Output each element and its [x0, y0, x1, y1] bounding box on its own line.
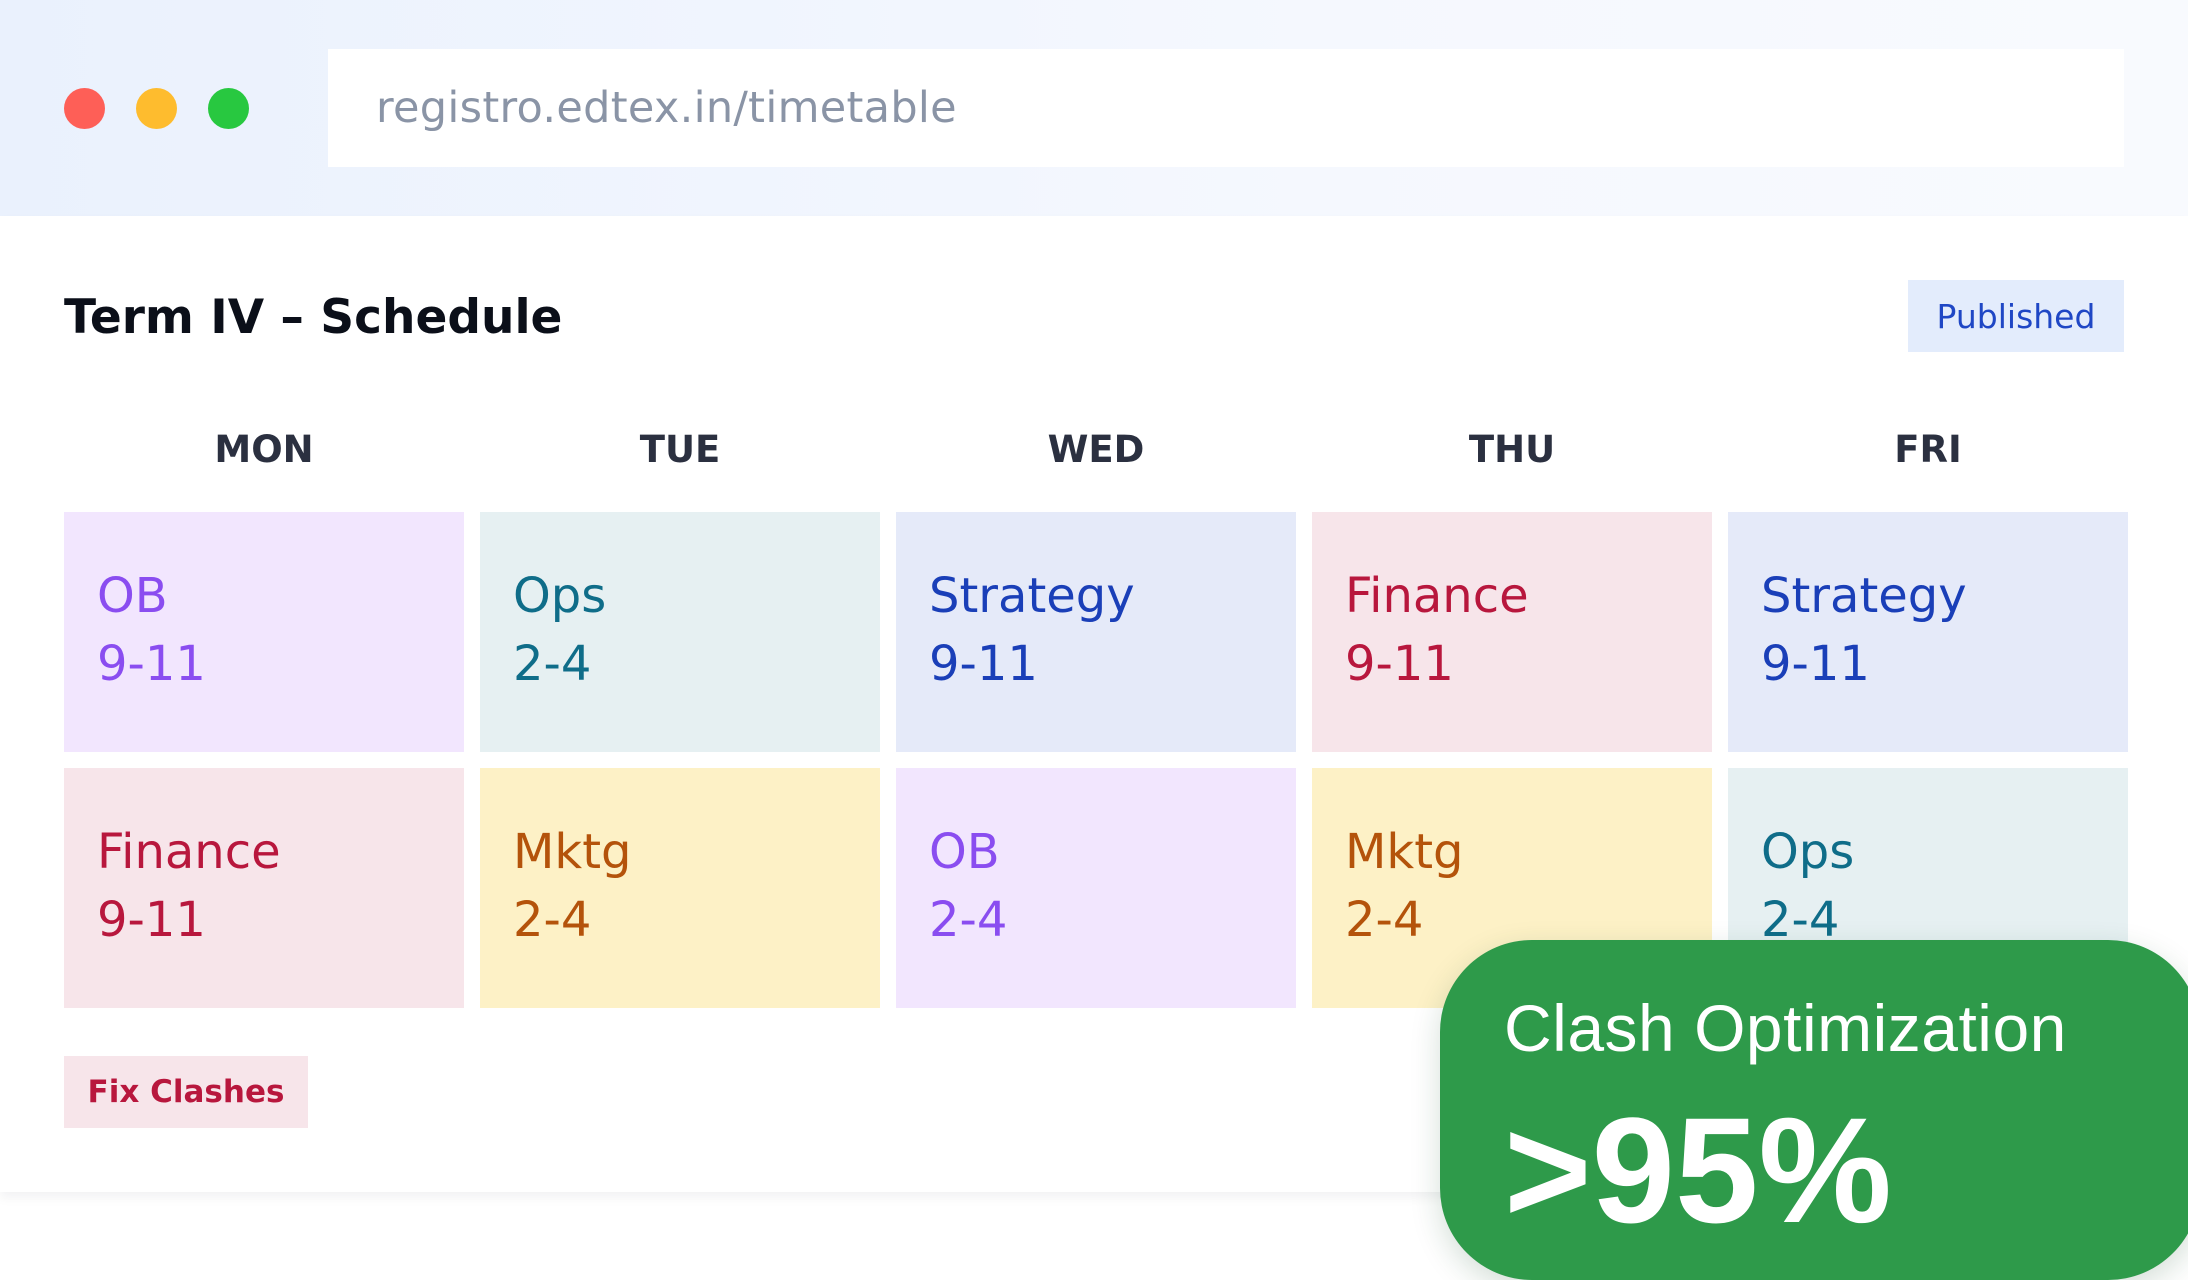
course-time: 9-11 — [1345, 636, 1454, 692]
course-time: 9-11 — [929, 636, 1038, 692]
schedule-cell[interactable]: Ops 2-4 — [480, 512, 880, 752]
course-time: 2-4 — [513, 636, 592, 692]
maximize-window-icon[interactable] — [208, 88, 249, 129]
metric-label: Clash Optimization — [1504, 991, 2067, 1065]
day-header-thu: THU — [1468, 428, 1556, 471]
course-time: 2-4 — [513, 892, 592, 948]
course-time: 9-11 — [1761, 636, 1870, 692]
course-time: 9-11 — [97, 892, 206, 948]
close-window-icon[interactable] — [64, 88, 105, 129]
course-name: Finance — [1345, 568, 1529, 624]
schedule-cell[interactable]: Strategy 9-11 — [1728, 512, 2128, 752]
metric-value: >95% — [1504, 1086, 1892, 1254]
page-title: Term IV – Schedule — [64, 290, 563, 345]
course-time: 9-11 — [97, 636, 206, 692]
course-name: Ops — [1761, 824, 1855, 880]
day-header-tue: TUE — [639, 428, 721, 471]
day-header-fri: FRI — [1894, 428, 1962, 471]
minimize-window-icon[interactable] — [136, 88, 177, 129]
course-name: Strategy — [1761, 568, 1967, 624]
schedule-cell[interactable]: Finance 9-11 — [1312, 512, 1712, 752]
status-badge: Published — [1908, 280, 2124, 352]
schedule-cell[interactable]: Mktg 2-4 — [480, 768, 880, 1008]
course-name: Ops — [513, 568, 607, 624]
schedule-cell[interactable]: Strategy 9-11 — [896, 512, 1296, 752]
clash-optimization-card: Clash Optimization >95% — [1440, 940, 2188, 1280]
course-name: Mktg — [1345, 824, 1464, 880]
course-name: Mktg — [513, 824, 632, 880]
course-name: Finance — [97, 824, 281, 880]
course-time: 2-4 — [1345, 892, 1424, 948]
course-name: Strategy — [929, 568, 1135, 624]
url-text: registro.edtex.in/timetable — [376, 83, 957, 133]
course-time: 2-4 — [929, 892, 1008, 948]
day-header-wed: WED — [1047, 428, 1145, 471]
fix-clashes-button[interactable]: Fix Clashes — [64, 1056, 308, 1128]
course-name: OB — [929, 824, 1000, 880]
browser-chrome: registro.edtex.in/timetable — [0, 0, 2188, 216]
day-header-mon: MON — [214, 428, 314, 471]
course-name: OB — [97, 568, 168, 624]
schedule-cell[interactable]: OB 9-11 — [64, 512, 464, 752]
address-bar[interactable]: registro.edtex.in/timetable — [328, 49, 2124, 167]
schedule-cell[interactable]: Finance 9-11 — [64, 768, 464, 1008]
schedule-cell[interactable]: OB 2-4 — [896, 768, 1296, 1008]
